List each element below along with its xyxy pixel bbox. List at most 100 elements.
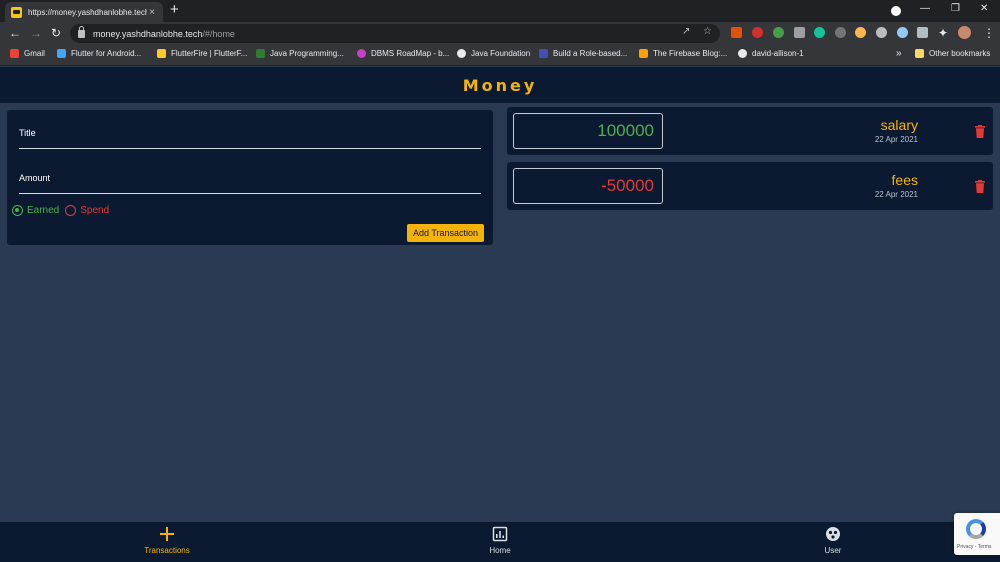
nav-label: Home [489,546,511,555]
user-face-icon [826,527,840,541]
transaction-date: 22 Apr 2021 [874,135,918,144]
new-tab-button[interactable]: + [170,2,179,18]
minimize-icon[interactable]: — [920,3,930,14]
other-bookmarks-folder[interactable]: Other bookmarks [915,49,990,58]
extension-icon[interactable] [835,27,846,38]
bookmark-icon [357,49,366,58]
browser-tab[interactable]: https://money.yashdhanlobhe.tech/ × [5,2,163,22]
extension-icon[interactable] [917,27,928,38]
transaction-card: 100000 salary 22 Apr 2021 [507,107,993,155]
bookmarks-bar: Gmail Flutter for Android... FlutterFire… [0,45,1000,66]
url-path: /#/home [202,28,235,39]
transaction-title: salary [880,117,918,133]
nav-item-home[interactable]: Home [440,526,560,555]
bookmark-label: FlutterFire | FlutterF... [171,49,248,58]
title-field-label: Title [19,128,36,138]
lock-icon [78,25,85,38]
trash-icon[interactable] [975,180,985,193]
bookmark-label: Flutter for Android... [71,49,142,58]
close-tab-icon[interactable]: × [147,7,157,18]
tab-favicon-icon [11,6,22,18]
bookmark-icon [157,49,166,58]
bookmark-item[interactable]: DBMS RoadMap - b... [357,49,449,58]
bookmark-label: DBMS RoadMap - b... [371,49,450,58]
extension-icon[interactable] [794,27,805,38]
bookmark-item[interactable]: Build a Role-based... [539,49,627,58]
transaction-type-group: Earned Spend [12,205,115,216]
bottom-navigation: Transactions Home User [0,522,1000,562]
github-icon [738,49,747,58]
title-field[interactable] [19,148,481,149]
amount-field-label: Amount [19,173,51,183]
media-control-icon[interactable] [891,6,901,16]
amount-field[interactable] [19,193,481,194]
bookmark-icon [10,49,19,58]
bookmark-item[interactable]: Flutter for Android... [57,49,141,58]
extension-icon[interactable] [752,27,763,38]
folder-icon [915,49,924,58]
recaptcha-badge[interactable]: Privacy - Terms [954,513,1000,555]
back-arrow-icon[interactable]: ← [9,26,21,40]
puzzle-icon[interactable]: ✦ [938,26,948,40]
earned-radio[interactable] [12,205,23,216]
bookmark-label: david-allison-1 [752,49,804,58]
more-bookmarks-button[interactable]: » [896,48,902,59]
trash-icon[interactable] [975,125,985,138]
plus-icon [160,527,174,541]
nav-label: Transactions [144,546,190,555]
transaction-card: -50000 fees 22 Apr 2021 [507,162,993,210]
app-header: Money [0,67,1000,103]
page-title: Money [462,76,538,95]
bookmark-item[interactable]: FlutterFire | FlutterF... [157,49,247,58]
earned-radio-label[interactable]: Earned [27,205,59,216]
bookmark-label: Java Programming... [270,49,344,58]
bookmark-label: Build a Role-based... [553,49,628,58]
extension-icon[interactable] [876,27,887,38]
share-icon[interactable]: ↗ [682,26,690,37]
forward-arrow-icon[interactable]: → [30,26,42,40]
kebab-menu-icon[interactable]: ⋮ [983,26,995,40]
recaptcha-icon [966,519,986,539]
extension-icon[interactable] [897,27,908,38]
bookmark-icon [457,49,466,58]
nav-item-transactions[interactable]: Transactions [107,526,227,555]
bookmark-label: Gmail [24,49,45,58]
bookmark-item[interactable]: Java Programming... [256,49,344,58]
nav-label: User [824,546,842,555]
bookmark-item[interactable]: Java Foundation [457,49,530,58]
bookmark-item[interactable]: The Firebase Blog:... [639,49,727,58]
bookmark-item[interactable]: Gmail [10,49,45,58]
recaptcha-links[interactable]: Privacy - Terms [957,544,991,550]
bookmark-label: The Firebase Blog:... [653,49,728,58]
address-bar[interactable]: money.yashdhanlobhe.tech /#/home ↗ ☆ [70,24,720,43]
bookmark-label: Java Foundation [471,49,531,58]
restore-icon[interactable]: ❐ [951,3,960,14]
nav-item-user[interactable]: User [773,526,893,555]
transaction-amount: -50000 [513,168,663,204]
transaction-form: Title Amount Earned Spend Add Transactio… [7,110,493,245]
avatar[interactable] [958,26,971,39]
transaction-date: 22 Apr 2021 [874,190,918,199]
transaction-amount: 100000 [513,113,663,149]
window-close-icon[interactable]: ✕ [980,3,988,14]
spend-radio[interactable] [65,205,77,216]
extension-icon[interactable] [773,27,784,38]
reload-icon[interactable]: ↻ [51,26,61,40]
bookmark-icon [57,49,66,58]
grammarly-icon[interactable] [814,27,825,38]
bookmark-icon [256,49,265,58]
browser-tab-strip: https://money.yashdhanlobhe.tech/ × + — … [0,0,1000,22]
extension-icon[interactable] [731,27,742,38]
star-icon[interactable]: ☆ [703,26,712,37]
bar-chart-icon [492,526,508,542]
transaction-title: fees [891,172,918,188]
bookmark-item[interactable]: david-allison-1 [738,49,804,58]
url-host: money.yashdhanlobhe.tech [93,28,203,39]
browser-toolbar: ← → ↻ money.yashdhanlobhe.tech /#/home ↗… [0,22,1000,45]
extension-icon[interactable] [855,27,866,38]
spend-radio-label[interactable]: Spend [80,205,109,216]
tab-title: https://money.yashdhanlobhe.tech/ [28,7,147,17]
bookmark-label: Other bookmarks [929,49,991,58]
add-transaction-button[interactable]: Add Transaction [407,224,484,242]
bookmark-icon [639,49,648,58]
